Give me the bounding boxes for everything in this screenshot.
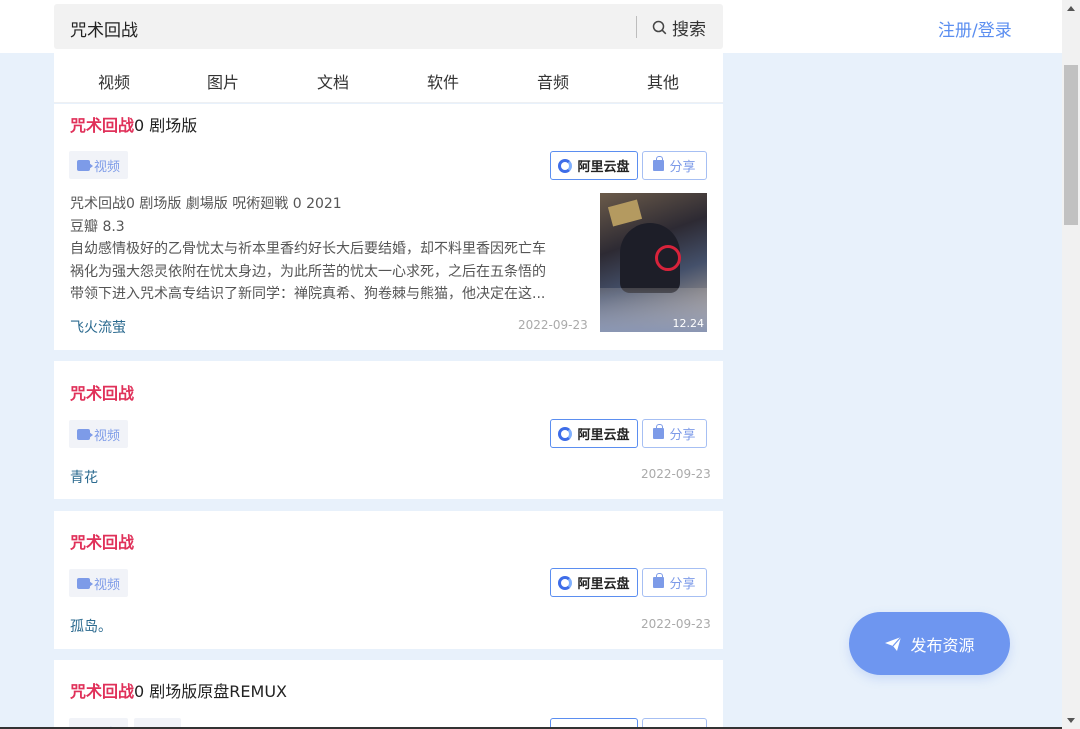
search-divider [636,16,637,38]
type-tag: 视频 [69,420,129,448]
poster-caption: 12.24 [672,317,705,330]
result-title[interactable]: 咒术回战 [70,529,134,553]
post-date: 2022-09-23 [641,467,711,481]
scrollbar-thumb[interactable] [1064,65,1078,225]
result-title[interactable]: 咒术回战 [70,380,134,404]
aliyun-drive-icon [558,426,573,441]
scroll-down-arrow-icon[interactable] [1067,718,1075,723]
type-tag: 视频 [69,151,129,179]
share-button[interactable]: 分享 [642,151,707,180]
uploader-name[interactable]: 青花 [70,467,98,487]
share-button[interactable]: 分享 [642,419,707,448]
desc-line: 咒术回战0 剧场版 劇場版 呪術廻戦 0 2021 [70,196,342,212]
uploader-name[interactable]: 飞火流萤 [70,317,126,337]
post-date: 2022-09-23 [641,617,711,631]
top-bar: 咒术回战 搜索 注册/登录 [0,0,1062,53]
result-card: 咒术回战 视频 阿里云盘 分享 孤岛。 2022-09-23 [54,511,723,649]
result-card: 咒术回战0 剧场版原盘REMUX 视频 [54,660,723,729]
desc-line: 祸化为强大怨灵依附在忧太身边，为此所苦的忧太一心求死，之后在五条悟的 [70,263,546,280]
tab-software[interactable]: 软件 [403,69,483,93]
share-label: 分享 [669,428,696,443]
type-tag-label: 视频 [94,428,121,444]
search-button-label: 搜索 [672,19,706,40]
share-button[interactable]: 分享 [642,568,707,597]
search-icon [652,20,667,34]
video-icon [77,159,93,171]
tab-audio[interactable]: 音频 [513,69,593,93]
aliyun-drive-label: 阿里云盘 [577,428,630,443]
poster-image[interactable]: 12.24 [600,193,707,332]
video-icon [77,428,93,440]
tab-other[interactable]: 其他 [623,69,703,93]
result-title[interactable]: 咒术回战0 剧场版原盘REMUX [70,678,287,702]
share-icon [653,424,665,439]
share-label: 分享 [669,577,696,592]
register-login-link[interactable]: 注册/登录 [938,16,1012,41]
result-title-rest: 0 剧场版原盘REMUX [134,682,287,701]
desc-line: 带领下进入咒术高专结识了新同学：禅院真希、狗卷棘与熊猫，他决定在这... [70,286,546,302]
result-description: 咒术回战0 剧场版 劇場版 呪術廻戦 0 2021 豆瓣 8.3 自幼感情极好的… [70,193,580,306]
type-tag-label: 视频 [94,159,121,175]
vertical-scrollbar[interactable] [1062,0,1080,729]
result-title-highlight: 咒术回战 [70,116,135,135]
aliyun-drive-button[interactable]: 阿里云盘 [550,568,638,597]
aliyun-drive-button[interactable]: 阿里云盘 [550,419,638,448]
desc-line: 豆瓣 8.3 [70,218,125,235]
search-input[interactable]: 咒术回战 [70,16,138,41]
search-box[interactable]: 咒术回战 搜索 [54,4,723,49]
scroll-up-arrow-icon[interactable] [1067,6,1075,11]
aliyun-drive-button[interactable]: 阿里云盘 [550,151,638,180]
uploader-name[interactable]: 孤岛。 [70,616,112,636]
result-title-highlight: 咒术回战 [70,533,135,552]
share-icon [653,573,665,588]
tab-images[interactable]: 图片 [183,69,263,93]
video-icon [77,577,93,589]
result-title-highlight: 咒术回战 [70,682,135,701]
result-title[interactable]: 咒术回战0 剧场版 [70,112,197,136]
aliyun-drive-label: 阿里云盘 [577,577,630,592]
paper-plane-icon [885,636,902,651]
post-date: 2022-09-23 [518,318,588,332]
type-tag: 视频 [69,569,129,597]
category-tabs: 视频 图片 文档 软件 音频 其他 [54,53,723,103]
result-card: 咒术回战0 剧场版 视频 阿里云盘 分享 咒术回战0 剧场版 劇場版 呪術廻戦 … [54,104,723,350]
result-title-highlight: 咒术回战 [70,384,135,403]
publish-resource-button[interactable]: 发布资源 [849,612,1010,675]
share-label: 分享 [669,160,696,175]
share-icon [653,156,665,171]
desc-line: 自幼感情极好的乙骨忧太与祈本里香约好长大后要结婚，却不料里香因死亡车 [70,241,546,257]
tab-video[interactable]: 视频 [74,69,154,93]
result-title-rest: 0 剧场版 [134,116,198,135]
search-button[interactable]: 搜索 [652,14,706,40]
aliyun-drive-icon [558,158,573,173]
type-tag-label: 视频 [94,577,121,593]
publish-resource-label: 发布资源 [910,635,975,655]
aliyun-drive-icon [558,575,573,590]
result-card: 咒术回战 视频 阿里云盘 分享 青花 2022-09-23 [54,361,723,499]
tab-documents[interactable]: 文档 [293,69,373,93]
aliyun-drive-label: 阿里云盘 [577,160,630,175]
